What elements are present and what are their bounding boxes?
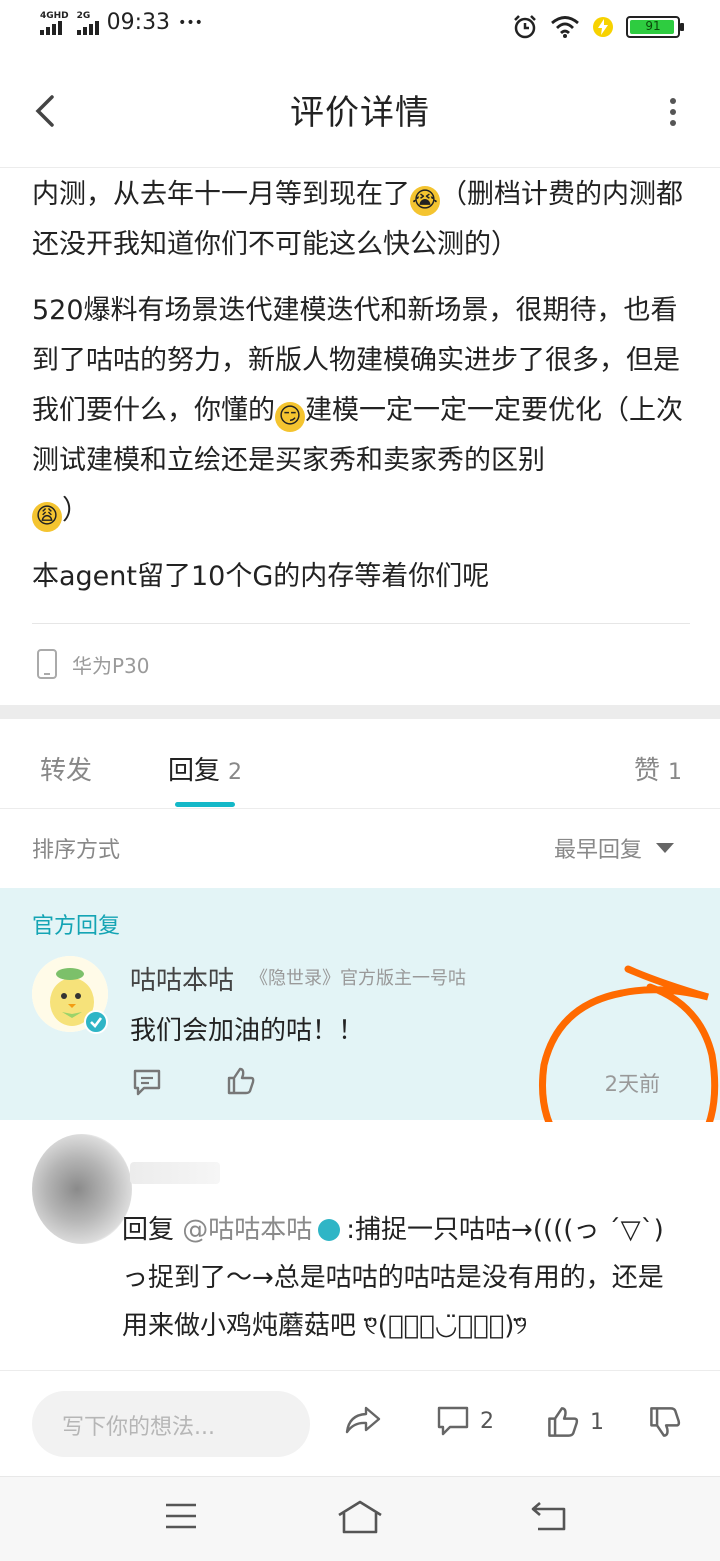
verified-badge-icon	[318, 1219, 341, 1241]
thumbs-up-icon	[548, 1407, 579, 1437]
home-icon[interactable]	[336, 1499, 384, 1535]
system-nav-bar	[0, 1476, 720, 1561]
sort-dropdown[interactable]: 最早回复	[554, 832, 674, 864]
more-menu-icon[interactable]	[666, 97, 680, 127]
dropdown-arrow-icon	[656, 843, 674, 853]
sort-label: 排序方式	[32, 838, 121, 863]
signal-2: 2G	[76, 10, 99, 35]
network-1-label: 4GHD	[40, 10, 69, 21]
comment-icon	[437, 1406, 469, 1436]
user-reply-card: 回复 @咕咕本咕:捕捉一只咕咕→((((っ ˊ▽ˋ)っ捉到了～→总是咕咕的咕咕是…	[0, 1122, 720, 1372]
alarm-icon	[514, 15, 536, 39]
tab-reply[interactable]: 回复 2	[168, 750, 242, 787]
weary-face-emoji-icon: 😩	[32, 502, 62, 532]
status-bar: 4GHD 2G 09:33 ••• 91	[0, 0, 720, 55]
review-text-1a: 内测，从去年十一月等到现在了	[32, 179, 410, 210]
tab-forward[interactable]: 转发	[40, 750, 92, 787]
tab-bar: 转发 回复 2 赞1	[0, 720, 720, 809]
review-paragraph-3: 本agent留了10个G的内存等着你们呢	[32, 552, 692, 602]
header: 评价详情	[0, 55, 720, 168]
device-info: 华为P30	[36, 648, 150, 680]
comment-count: 2	[480, 1408, 494, 1434]
phone-icon	[37, 649, 57, 679]
comment-input[interactable]: 写下你的想法...	[32, 1391, 310, 1457]
back-icon[interactable]	[530, 1499, 568, 1533]
battery-level: 91	[645, 19, 661, 33]
tab-like-label: 赞	[634, 756, 661, 786]
dislike-button[interactable]	[648, 1405, 682, 1439]
smirk-emoji-icon: 😏	[275, 402, 305, 432]
avatar[interactable]	[32, 1134, 132, 1244]
network-2-label: 2G	[76, 10, 91, 21]
sort-value: 最早回复	[553, 838, 642, 863]
tab-like-count: 1	[668, 760, 683, 785]
active-tab-indicator	[175, 802, 235, 807]
status-dots: •••	[178, 14, 203, 31]
tab-forward-label: 转发	[40, 756, 93, 786]
review-paragraph-2: 520爆料有场景迭代建模迭代和新场景，很期待，也看到了咕咕的努力，新版人物建模确…	[32, 286, 692, 536]
thumbs-down-icon	[650, 1407, 681, 1437]
thumbs-up-icon[interactable]	[226, 1066, 256, 1096]
tab-reply-label: 回复	[168, 756, 221, 786]
sort-bar: 排序方式 最早回复	[0, 820, 720, 880]
user-reply-text: 回复 @咕咕本咕:捕捉一只咕咕→((((っ ˊ▽ˋ)っ捉到了～→总是咕咕的咕咕是…	[122, 1206, 682, 1350]
reply-mention[interactable]: @咕咕本咕	[182, 1215, 312, 1245]
reply-prefix: 回复	[122, 1215, 175, 1245]
status-time: 09:33	[106, 10, 171, 35]
official-user-title: 《隐世录》官方版主一号咕	[250, 968, 466, 989]
device-name: 华为P30	[72, 653, 150, 678]
section-separator	[0, 705, 720, 719]
like-count: 1	[590, 1409, 604, 1435]
share-arrow-icon	[345, 1406, 381, 1434]
comment-button[interactable]: 2	[436, 1405, 494, 1437]
wifi-icon	[551, 16, 579, 38]
share-button[interactable]	[344, 1405, 382, 1435]
reply-comment-icon[interactable]	[132, 1068, 162, 1096]
battery-icon: 91	[626, 16, 684, 38]
like-button[interactable]: 1	[546, 1405, 604, 1439]
signal-1: 4GHD	[40, 11, 69, 35]
official-username[interactable]: 咕咕本咕	[130, 960, 234, 997]
page-title: 评价详情	[290, 93, 430, 133]
review-text-2c: ）	[62, 495, 89, 526]
tab-like[interactable]: 赞1	[634, 750, 682, 787]
redacted-username	[130, 1162, 220, 1184]
tab-reply-count: 2	[228, 760, 243, 785]
menu-icon[interactable]	[164, 1499, 198, 1533]
comment-input-placeholder: 写下你的想法...	[62, 1415, 215, 1440]
verified-badge-icon	[84, 1010, 108, 1034]
review-paragraph-1: 内测，从去年十一月等到现在了😭（删档计费的内测都还没开我知道你们不可能这么快公测…	[32, 170, 692, 270]
content-divider	[32, 623, 690, 624]
crying-face-emoji-icon: 😭	[410, 186, 440, 216]
review-content: 内测，从去年十一月等到现在了😭（删档计费的内测都还没开我知道你们不可能这么快公测…	[32, 170, 692, 618]
official-comment-text: 我们会加油的咕！！	[130, 1016, 365, 1046]
bottom-action-bar: 写下你的想法... 2 1	[0, 1370, 720, 1477]
official-reply-label: 官方回复	[32, 914, 121, 939]
review-text-3: 本agent留了10个G的内存等着你们呢	[32, 561, 490, 592]
charging-icon	[593, 17, 613, 37]
